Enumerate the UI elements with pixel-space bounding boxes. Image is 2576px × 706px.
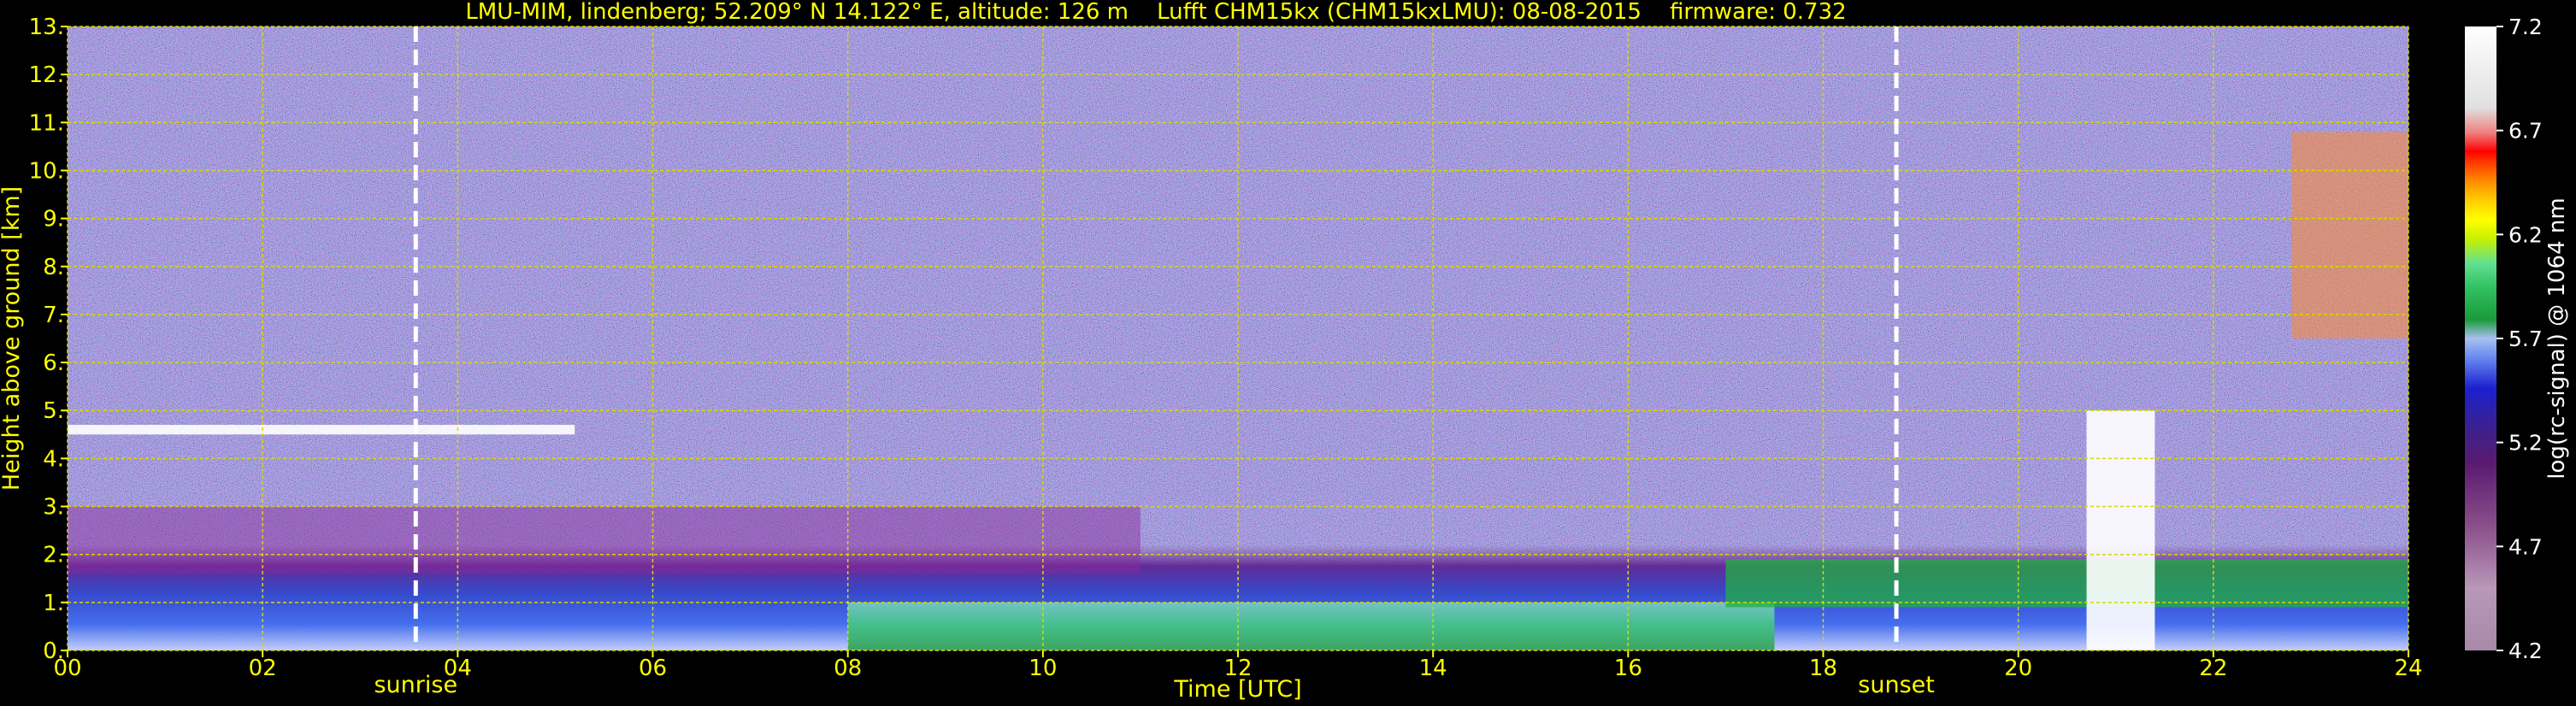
y-tick-label: 12. xyxy=(29,62,64,88)
colorbar-tick-label: 6.2 xyxy=(2508,222,2543,247)
y-tick-label: 6. xyxy=(43,350,64,376)
feature-evening-elevated-layer xyxy=(1725,559,2408,608)
x-tick-label: 00 xyxy=(53,656,81,681)
y-tick-label: 5. xyxy=(43,398,64,424)
x-tick-label: 02 xyxy=(249,656,277,681)
ceilometer-chart: LMU-MIM, lindenberg; 52.209° N 14.122° E… xyxy=(0,0,2570,703)
y-tick-label: 4. xyxy=(43,446,64,472)
x-tick-label: 10 xyxy=(1029,656,1057,681)
feature-precipitation-streak xyxy=(2086,410,2155,650)
x-tick-label: 14 xyxy=(1419,656,1447,681)
colorbar-tick-label: 5.2 xyxy=(2508,431,2543,456)
x-tick-label: 20 xyxy=(2004,656,2032,681)
colorbar: 4.2 4.7 5.2 5.7 6.2 6.7 7.2 log(rc-signal) @ 1… xyxy=(2465,15,2570,663)
y-tick-label: 13. xyxy=(29,15,64,40)
y-tick-label: 1. xyxy=(43,591,64,616)
colorbar-ticks: 4.2 4.7 5.2 5.7 6.2 6.7 7.2 xyxy=(2496,15,2543,663)
x-tick-label: 24 xyxy=(2394,656,2422,681)
x-tick-label: 16 xyxy=(1614,656,1642,681)
colorbar-tick-label: 4.2 xyxy=(2508,638,2543,663)
feature-residual-layer xyxy=(68,506,1141,574)
chart-title: LMU-MIM, lindenberg; 52.209° N 14.122° E… xyxy=(465,0,1846,25)
y-tick-label: 7. xyxy=(43,303,64,328)
y-tick-label: 3. xyxy=(43,495,64,521)
feature-convective-boundary-layer xyxy=(847,602,1775,650)
y-axis-label: Height above ground [km] xyxy=(0,186,25,491)
colorbar-gradient xyxy=(2465,26,2496,650)
y-tick-label: 9. xyxy=(43,207,64,232)
x-tick-label: 08 xyxy=(834,656,862,681)
feature-cirrus xyxy=(2291,132,2408,338)
colorbar-label: log(rc-signal) @ 1064 nm xyxy=(2544,197,2570,479)
x-axis-label: Time [UTC] xyxy=(1173,676,1301,703)
colorbar-tick-label: 4.7 xyxy=(2508,534,2543,559)
y-tick-label: 2. xyxy=(43,543,64,568)
y-tick-label: 8. xyxy=(43,255,64,280)
x-tick-label: 18 xyxy=(1809,656,1837,681)
x-tick-label: 22 xyxy=(2199,656,2227,681)
x-tick-label: 06 xyxy=(639,656,667,681)
y-tick-label: 10. xyxy=(29,158,64,184)
marker-label-sunset: sunset xyxy=(1858,672,1935,698)
colorbar-tick-label: 6.7 xyxy=(2508,119,2543,144)
colorbar-tick-label: 7.2 xyxy=(2508,15,2543,39)
colorbar-tick-label: 5.7 xyxy=(2508,327,2543,351)
y-tick-label: 11. xyxy=(29,110,64,136)
y-axis-ticks: 0.1.2.3.4.5.6.7.8.9.10.11.12.13. xyxy=(29,15,68,664)
feature-mid-level-cloud xyxy=(68,425,575,435)
x-tick-label: 04 xyxy=(444,656,472,681)
